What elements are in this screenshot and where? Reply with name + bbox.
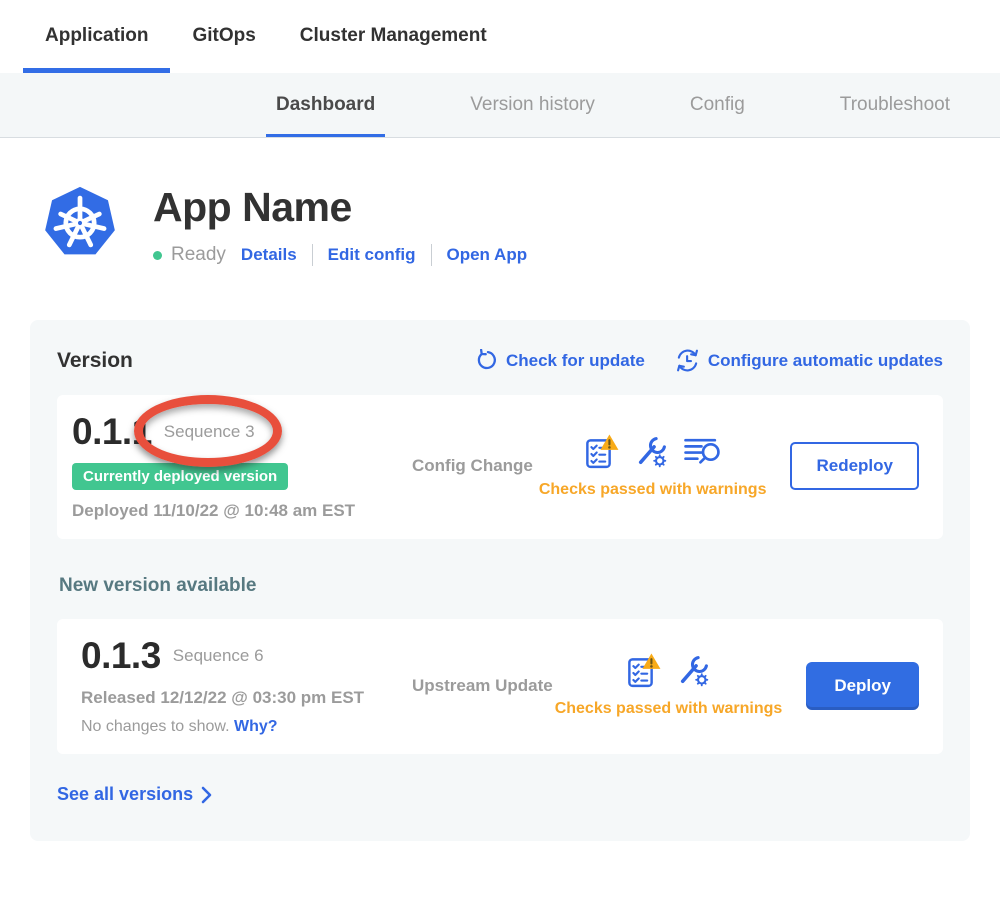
nav-tab-gitops[interactable]: GitOps <box>170 0 277 73</box>
divider <box>312 244 313 266</box>
version-section: Version Check for update Configure autom… <box>30 320 970 841</box>
page-title: App Name <box>153 184 527 231</box>
deploy-button[interactable]: Deploy <box>806 662 919 710</box>
redeploy-button[interactable]: Redeploy <box>790 442 919 490</box>
edit-config-link[interactable]: Edit config <box>328 245 416 265</box>
released-timestamp: Released 12/12/22 @ 03:30 pm EST <box>81 688 402 708</box>
tab-dashboard[interactable]: Dashboard <box>266 73 385 138</box>
new-source-label: Upstream Update <box>412 676 545 696</box>
current-sequence-label: Sequence 3 <box>164 422 255 441</box>
new-version-number: 0.1.3 <box>81 635 161 677</box>
status-label: Ready <box>171 244 226 266</box>
configure-automatic-updates-button[interactable]: Configure automatic updates <box>675 348 943 373</box>
preflight-checklist-warning-icon[interactable] <box>585 434 619 469</box>
kubernetes-logo-icon <box>37 178 123 268</box>
check-for-update-button[interactable]: Check for update <box>475 349 645 372</box>
tab-config[interactable]: Config <box>680 73 755 138</box>
app-header: App Name Ready Details Edit config Open … <box>37 178 1000 268</box>
ready-status-dot <box>153 251 162 260</box>
view-files-icon[interactable] <box>684 437 721 466</box>
config-wrench-icon[interactable] <box>677 654 710 687</box>
chevron-right-icon <box>201 786 212 804</box>
new-version-card: 0.1.3 Sequence 6 Released 12/12/22 @ 03:… <box>57 619 943 754</box>
primary-nav: Application GitOps Cluster Management <box>0 0 1000 73</box>
why-link[interactable]: Why? <box>234 718 278 735</box>
refresh-ccw-icon <box>475 349 498 372</box>
current-version-number: 0.1.1 <box>72 411 152 453</box>
tab-troubleshoot[interactable]: Troubleshoot <box>830 73 960 138</box>
no-changes-text: No changes to show. <box>81 718 230 735</box>
new-sequence-label: Sequence 6 <box>173 646 264 666</box>
preflight-checklist-warning-icon[interactable] <box>627 653 661 688</box>
see-all-versions-link[interactable]: See all versions <box>57 784 212 805</box>
nav-tab-cluster-management[interactable]: Cluster Management <box>278 0 509 73</box>
current-source-label: Config Change <box>412 456 529 476</box>
checks-warning-text: Checks passed with warnings <box>555 700 783 718</box>
current-version-card: 0.1.1 Sequence 3 Currently deployed vers… <box>57 395 943 539</box>
nav-tab-application[interactable]: Application <box>23 0 170 73</box>
auto-update-clock-icon <box>675 348 700 373</box>
currently-deployed-badge: Currently deployed version <box>72 463 288 490</box>
divider <box>431 244 432 266</box>
details-link[interactable]: Details <box>241 245 297 265</box>
app-subnav: Dashboard Version history Config Trouble… <box>0 73 1000 138</box>
deployed-timestamp: Deployed 11/10/22 @ 10:48 am EST <box>72 501 402 521</box>
tab-version-history[interactable]: Version history <box>460 73 605 138</box>
open-app-link[interactable]: Open App <box>447 245 528 265</box>
new-version-heading: New version available <box>59 575 943 597</box>
version-section-title: Version <box>57 349 133 373</box>
checks-warning-text: Checks passed with warnings <box>539 481 767 499</box>
config-wrench-icon[interactable] <box>635 435 668 468</box>
